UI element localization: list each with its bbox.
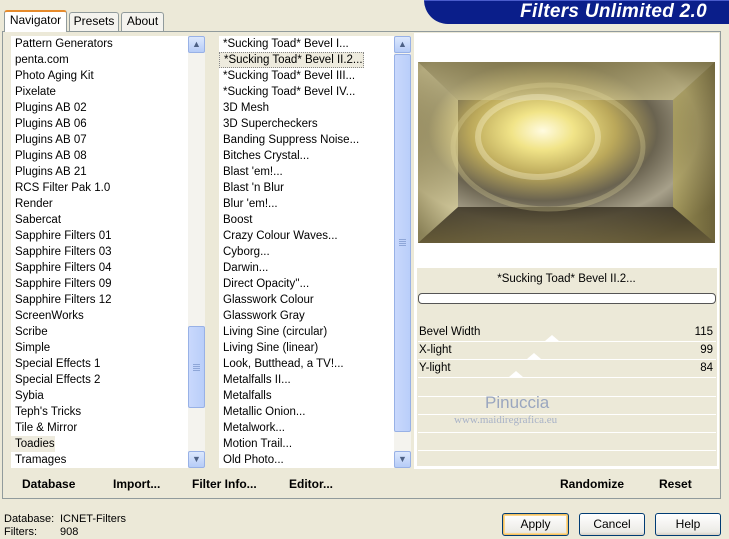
- list-item[interactable]: Special Effects 2: [11, 372, 100, 388]
- database-value: ICNET-Filters: [60, 513, 126, 525]
- list-item[interactable]: Blur 'em!...: [219, 196, 278, 212]
- list-item[interactable]: Darwin...: [219, 260, 268, 276]
- preview-image: [418, 62, 715, 243]
- apply-button[interactable]: Apply: [502, 513, 569, 536]
- list-item[interactable]: penta.com: [11, 52, 69, 68]
- list-item[interactable]: Blast 'n Blur: [219, 180, 284, 196]
- list-item[interactable]: Crazy Colour Waves...: [219, 228, 338, 244]
- list-item[interactable]: Plugins AB 02: [11, 100, 87, 116]
- progress-bar: [418, 293, 716, 304]
- slider-mark-icon: [509, 371, 524, 377]
- list-item[interactable]: Simple: [11, 340, 50, 356]
- watermark-url: www.maidiregrafica.eu: [454, 414, 558, 426]
- list-item[interactable]: *Sucking Toad* Bevel I...: [219, 36, 349, 52]
- list-item[interactable]: Sapphire Filters 03: [11, 244, 112, 260]
- randomize-button[interactable]: Randomize: [560, 477, 624, 491]
- list-item[interactable]: Boost: [219, 212, 252, 228]
- list-item[interactable]: Living Sine (circular): [219, 324, 327, 340]
- param-y-light[interactable]: Y-light 84: [418, 360, 716, 378]
- list-item[interactable]: Sapphire Filters 01: [11, 228, 112, 244]
- list-item[interactable]: Sybia: [11, 388, 44, 404]
- param-value: 115: [694, 326, 713, 338]
- database-label: Database:: [4, 513, 55, 525]
- list-item[interactable]: Sapphire Filters 04: [11, 260, 112, 276]
- scroll-up-icon[interactable]: ▲: [188, 36, 205, 53]
- list-item[interactable]: *Sucking Toad* Bevel IV...: [219, 84, 355, 100]
- list-item[interactable]: Special Effects 1: [11, 356, 100, 372]
- list-item[interactable]: Render: [11, 196, 53, 212]
- list-item[interactable]: Glasswork Gray: [219, 308, 305, 324]
- list-item[interactable]: Pattern Generators: [11, 36, 113, 52]
- list-item[interactable]: *Sucking Toad* Bevel II.2...: [219, 52, 364, 68]
- list-item[interactable]: Sapphire Filters 09: [11, 276, 112, 292]
- app-title: Filters Unlimited 2.0: [520, 1, 707, 22]
- param-label: X-light: [419, 344, 452, 356]
- slider-mark-icon: [527, 353, 542, 359]
- list-item[interactable]: RCS Filter Pak 1.0: [11, 180, 110, 196]
- list-item[interactable]: Look, Butthead, a TV!...: [219, 356, 344, 372]
- scrollbar-thumb[interactable]: [188, 326, 205, 408]
- list-item[interactable]: Blast 'em!...: [219, 164, 283, 180]
- slider-mark-icon: [545, 335, 560, 341]
- list-item[interactable]: Glasswork Colour: [219, 292, 314, 308]
- param-value: 99: [700, 344, 713, 356]
- scroll-down-icon[interactable]: ▼: [394, 451, 411, 468]
- help-button[interactable]: Help: [655, 513, 721, 536]
- scrollbar-thumb[interactable]: [394, 54, 411, 432]
- tab-about[interactable]: About: [121, 12, 164, 31]
- list-item[interactable]: Direct Opacity''...: [219, 276, 309, 292]
- param-bevel-width[interactable]: Bevel Width 115: [418, 324, 716, 342]
- filter-scrollbar[interactable]: ▲ ▼: [394, 36, 411, 468]
- list-item[interactable]: Bitches Crystal...: [219, 148, 309, 164]
- list-item[interactable]: Metalfalls: [219, 388, 272, 404]
- current-filter-name: *Sucking Toad* Bevel II.2...: [497, 273, 636, 285]
- list-item[interactable]: Metalfalls II...: [219, 372, 291, 388]
- filters-count: 908: [60, 526, 79, 538]
- list-item[interactable]: Plugins AB 21: [11, 164, 87, 180]
- param-label: Bevel Width: [419, 326, 481, 338]
- category-scrollbar[interactable]: ▲ ▼: [188, 36, 205, 468]
- param-x-light[interactable]: X-light 99: [418, 342, 716, 360]
- list-item[interactable]: Cyborg...: [219, 244, 270, 260]
- filter-info-button[interactable]: Filter Info...: [192, 477, 257, 491]
- list-item[interactable]: Plugins AB 07: [11, 132, 87, 148]
- list-item[interactable]: *Sucking Toad* Bevel III...: [219, 68, 355, 84]
- list-item[interactable]: Toadies: [11, 436, 55, 452]
- cancel-button[interactable]: Cancel: [579, 513, 645, 536]
- list-item[interactable]: Metalwork...: [219, 420, 285, 436]
- list-item[interactable]: Teph's Tricks: [11, 404, 81, 420]
- reset-button[interactable]: Reset: [659, 477, 692, 491]
- list-item[interactable]: Sabercat: [11, 212, 61, 228]
- tab-navigator[interactable]: Navigator: [4, 10, 67, 32]
- scroll-down-icon[interactable]: ▼: [188, 451, 205, 468]
- title-banner: Filters Unlimited 2.0: [424, 0, 729, 24]
- list-item[interactable]: Metallic Onion...: [219, 404, 305, 420]
- param-label: Y-light: [419, 362, 451, 374]
- list-item[interactable]: Old Photo...: [219, 452, 284, 468]
- list-item[interactable]: Plugins AB 06: [11, 116, 87, 132]
- import-button[interactable]: Import...: [113, 477, 160, 491]
- list-item[interactable]: Plugins AB 08: [11, 148, 87, 164]
- list-item[interactable]: Pixelate: [11, 84, 56, 100]
- database-button[interactable]: Database: [22, 477, 75, 491]
- filters-label: Filters:: [4, 526, 37, 538]
- list-item[interactable]: 3D Supercheckers: [219, 116, 318, 132]
- list-item[interactable]: Tramages: [11, 452, 66, 468]
- list-item[interactable]: Banding Suppress Noise...: [219, 132, 359, 148]
- list-item[interactable]: ScreenWorks: [11, 308, 84, 324]
- category-list[interactable]: Pattern Generators penta.com Photo Aging K…: [11, 36, 189, 468]
- list-item[interactable]: 3D Mesh: [219, 100, 269, 116]
- list-item[interactable]: Photo Aging Kit: [11, 68, 94, 84]
- tab-presets[interactable]: Presets: [69, 12, 119, 31]
- param-value: 84: [700, 362, 713, 374]
- editor-button[interactable]: Editor...: [289, 477, 333, 491]
- scroll-up-icon[interactable]: ▲: [394, 36, 411, 53]
- list-item[interactable]: Living Sine (linear): [219, 340, 318, 356]
- watermark-name: Pinuccia: [485, 393, 550, 412]
- list-item[interactable]: Motion Trail...: [219, 436, 292, 452]
- list-item[interactable]: Tile & Mirror: [11, 420, 77, 436]
- list-item[interactable]: Scribe: [11, 324, 48, 340]
- list-item[interactable]: Sapphire Filters 12: [11, 292, 112, 308]
- filter-list[interactable]: *Sucking Toad* Bevel I... *Sucking Toad* …: [219, 36, 397, 468]
